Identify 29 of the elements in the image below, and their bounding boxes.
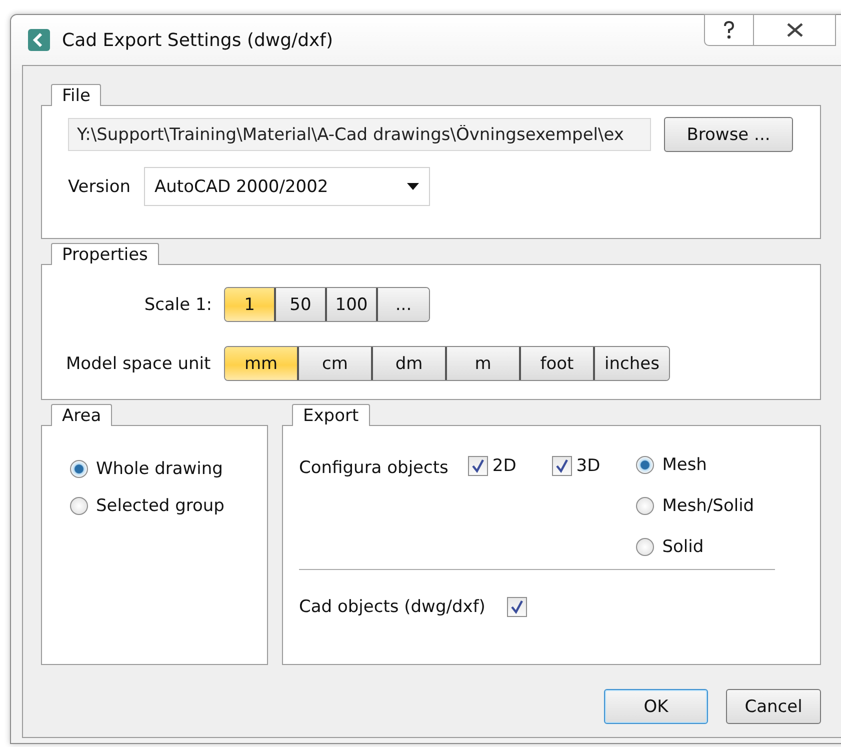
version-dropdown[interactable]: AutoCAD 2000/2002 xyxy=(144,167,430,206)
browse-button[interactable]: Browse ... xyxy=(664,117,793,152)
cancel-button[interactable]: Cancel xyxy=(726,689,821,724)
ok-button[interactable]: OK xyxy=(604,689,708,724)
checkbox-option[interactable]: 3D xyxy=(552,456,600,476)
unit-label: Model space unit xyxy=(66,354,212,374)
group-label: Properties xyxy=(51,243,159,265)
scale-option[interactable]: ... xyxy=(378,288,429,321)
group-label: Export xyxy=(292,404,370,426)
scale-option[interactable]: 1 xyxy=(225,288,276,321)
radio-option[interactable]: Mesh xyxy=(636,444,754,485)
scale-option[interactable]: 50 xyxy=(276,288,327,321)
checkbox-option[interactable]: 2D xyxy=(468,456,516,476)
window-title: Cad Export Settings (dwg/dxf) xyxy=(62,30,334,50)
version-label: Version xyxy=(68,176,131,196)
unit-option[interactable]: cm xyxy=(299,347,373,380)
unit-option[interactable]: m xyxy=(447,347,521,380)
cad-objects-label: Cad objects (dwg/dxf) xyxy=(299,597,486,617)
group-label: Area xyxy=(51,404,112,426)
unit-option[interactable]: dm xyxy=(373,347,447,380)
scale-label: Scale 1: xyxy=(143,294,212,314)
scale-option[interactable]: 100 xyxy=(327,288,378,321)
radio-option[interactable]: Solid xyxy=(636,526,754,567)
unit-option[interactable]: foot xyxy=(521,347,595,380)
unit-option[interactable]: inches xyxy=(595,347,669,380)
group-label: File xyxy=(51,84,102,106)
unit-option[interactable]: mm xyxy=(225,347,299,380)
radio-option[interactable]: Mesh/Solid xyxy=(636,485,754,526)
configura-label: Configura objects xyxy=(299,458,448,478)
